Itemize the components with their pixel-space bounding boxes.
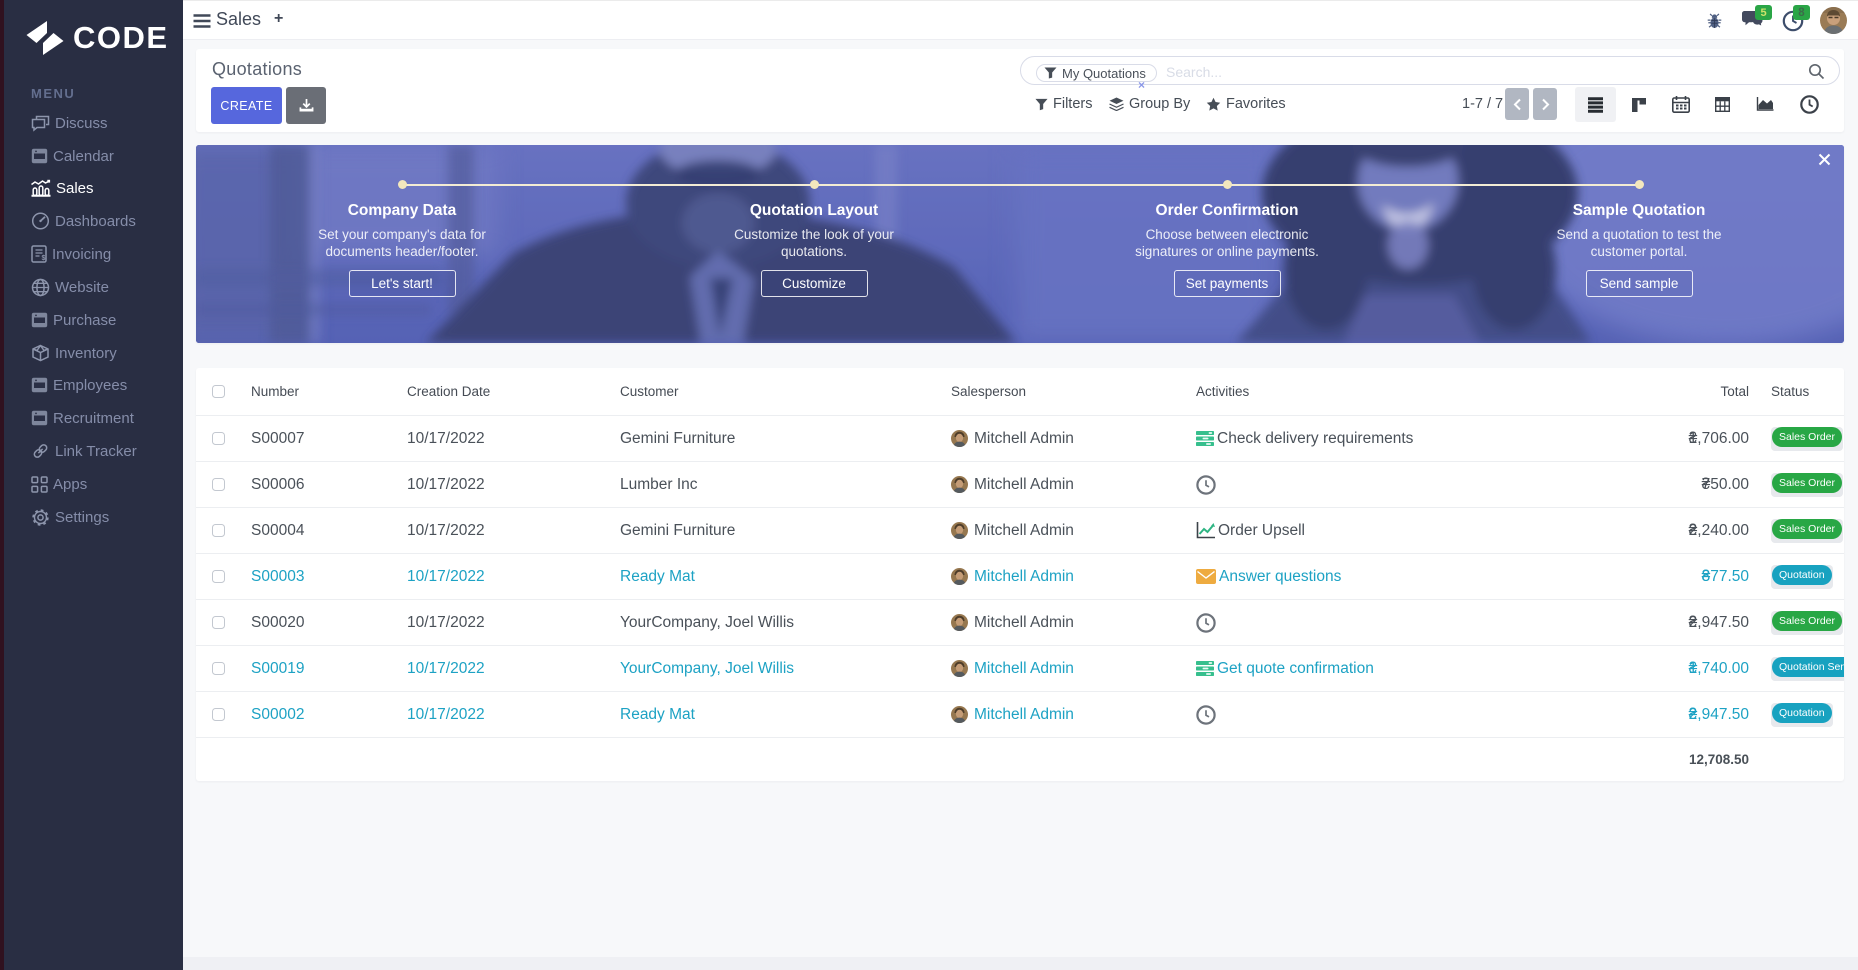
svg-text:$: $ — [42, 255, 46, 262]
